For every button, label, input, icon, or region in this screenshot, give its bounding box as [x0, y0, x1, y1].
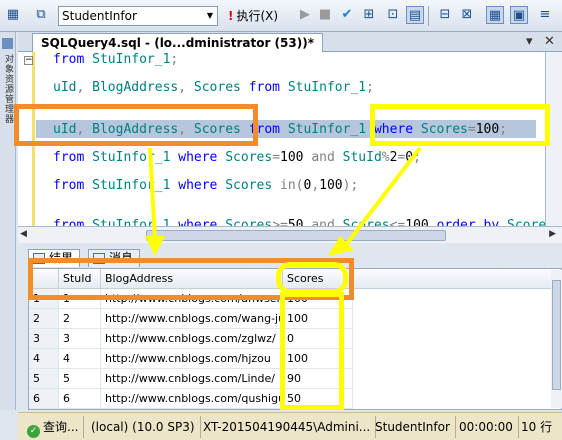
results-grid-icon[interactable]: ▦	[4, 6, 22, 24]
code-line-2: uId, BlogAddress, Scores from StuInfor_1…	[53, 80, 374, 95]
table-row[interactable]: 5 5 http://www.cnblogs.com/Linde/ 90	[29, 369, 561, 389]
close-icon[interactable]: ✕	[544, 34, 555, 49]
object-explorer-strip[interactable]: 对象资源管理器	[0, 32, 16, 410]
results-tabbar: 结果 消息	[18, 246, 562, 268]
parse-check-icon[interactable]: ✔	[338, 6, 356, 24]
status-server: (local) (10.0 SP3)	[86, 416, 201, 438]
tab-sqlquery4[interactable]: SQLQuery4.sql - (lo...dministrator (53))…	[32, 33, 323, 52]
cell-blogaddress[interactable]: http://www.cnblogs.com/hjzou	[101, 349, 283, 369]
status-database: StudentInfor	[370, 416, 456, 438]
tab-list-icon[interactable]: ▾	[526, 34, 533, 49]
stop-icon[interactable]: ■	[316, 6, 334, 24]
row-number: 6	[29, 389, 59, 409]
pin-icon[interactable]	[2, 38, 13, 49]
row-header-corner	[29, 269, 59, 289]
status-user: XT-201504190445\Admini...	[198, 416, 377, 438]
editor-gutter: −	[18, 52, 36, 226]
row-number: 5	[29, 369, 59, 389]
cell-stuid[interactable]: 2	[59, 309, 101, 329]
status-bar: ✓ 查询... (local) (10.0 SP3) XT-20150419044…	[18, 412, 562, 440]
status-row-count: 10 行	[521, 420, 553, 434]
code-line-5: from StuInfor_1 where Scores in(0,100);	[53, 178, 359, 193]
toolbar: ▦ ⧉ StudentInfor ▼ ! 执行(X) ▶ ■ ✔ ⊞ ⊡ ▤ ⊟ …	[0, 0, 562, 32]
object-explorer-label: 对象资源管理器	[3, 54, 13, 124]
column-header-scores[interactable]: Scores	[283, 269, 353, 289]
column-header-stuid[interactable]: StuId	[59, 269, 101, 289]
cell-stuid[interactable]: 6	[59, 389, 101, 409]
cell-stuid[interactable]: 1	[59, 289, 101, 309]
scroll-thumb[interactable]	[146, 230, 446, 241]
row-number: 4	[29, 349, 59, 369]
code-line-6: from StuInfor_1 where Scores>=50 and Sco…	[53, 218, 554, 226]
message-icon	[93, 253, 105, 264]
status-query: ✓ 查询...	[22, 416, 85, 438]
cell-scores[interactable]: 90	[283, 369, 353, 389]
grid-vertical-scrollbar[interactable]	[551, 270, 562, 408]
table-row[interactable]: 2 2 http://www.cnblogs.com/wang-jun/ 100	[29, 309, 561, 329]
status-elapsed-time: 00:00:00	[454, 416, 519, 438]
cell-stuid[interactable]: 5	[59, 369, 101, 389]
cell-scores[interactable]: 50	[283, 389, 353, 409]
editor-tabbar: SQLQuery4.sql - (lo...dministrator (53))…	[18, 32, 562, 52]
query-options-icon[interactable]: ⊡	[384, 6, 402, 24]
results-to-grid-icon[interactable]: ▦	[486, 6, 504, 24]
toolbar-separator	[428, 6, 429, 26]
sql-editor[interactable]: − from StuInfor_1; uId, BlogAddress, Sco…	[18, 52, 558, 226]
cell-blogaddress[interactable]: http://www.cnblogs.com/wang-jun/	[101, 309, 283, 329]
cell-scores[interactable]: 0	[283, 329, 353, 349]
cell-blogaddress[interactable]: http://www.cnblogs.com/qushigu/	[101, 389, 283, 409]
scroll-right-icon[interactable]: ▶	[549, 229, 556, 239]
database-select[interactable]: StudentInfor ▼	[58, 6, 218, 26]
tab-results-label: 结果	[49, 251, 74, 265]
execute-label: 执行(X)	[236, 9, 279, 23]
collapse-icon[interactable]: −	[24, 56, 33, 65]
display-plan-icon[interactable]: ⊞	[360, 6, 378, 24]
code-line-3: uId, BlogAddress, Scores from StuInfor_1…	[53, 122, 508, 137]
row-number: 1	[29, 289, 59, 309]
table-row[interactable]: 3 3 http://www.cnblogs.com/zglwz/ 0	[29, 329, 561, 349]
row-number: 3	[29, 329, 59, 349]
database-select-value: StudentInfor	[62, 9, 137, 23]
include-plan-icon[interactable]: ⊟	[436, 6, 454, 24]
cell-stuid[interactable]: 3	[59, 329, 101, 349]
results-to-file-icon[interactable]: ▣	[510, 6, 528, 24]
client-stats-icon[interactable]: ⊠	[458, 6, 476, 24]
column-header-blogaddress[interactable]: BlogAddress	[101, 269, 283, 289]
execute-icon: !	[228, 9, 234, 23]
table-row[interactable]: 4 4 http://www.cnblogs.com/hjzou 100	[29, 349, 561, 369]
results-to-text-icon[interactable]: ▤	[406, 6, 424, 24]
row-number: 2	[29, 309, 59, 329]
code-line-4: from StuInfor_1 where Scores=100 and Stu…	[53, 150, 421, 165]
cell-blogaddress[interactable]: http://www.cnblogs.com/anwser/jungle	[101, 289, 283, 309]
execute-button[interactable]: ! 执行(X)	[228, 6, 278, 26]
tab-results[interactable]: 结果	[28, 249, 81, 267]
editor-vertical-scrollbar[interactable]	[545, 52, 562, 226]
scroll-left-icon[interactable]: ◀	[20, 229, 27, 239]
debug-icon[interactable]: ▶	[296, 6, 314, 24]
editor-horizontal-scrollbar[interactable]: ◀ ▶	[18, 226, 562, 243]
comment-icon[interactable]: ≡	[536, 6, 554, 24]
grid-icon	[33, 253, 45, 264]
results-grid[interactable]: StuId BlogAddress Scores 1 1 http://www.…	[28, 268, 562, 410]
cell-blogaddress[interactable]: http://www.cnblogs.com/Linde/	[101, 369, 283, 389]
change-connection-icon[interactable]: ⧉	[32, 6, 50, 24]
cell-scores[interactable]: 100	[283, 349, 353, 369]
success-check-icon: ✓	[27, 425, 40, 438]
table-row[interactable]: 1 1 http://www.cnblogs.com/anwser/jungle…	[29, 289, 561, 309]
table-row[interactable]: 6 6 http://www.cnblogs.com/qushigu/ 50	[29, 389, 561, 409]
grid-scroll-thumb[interactable]	[552, 280, 561, 390]
cell-scores[interactable]: 100	[283, 289, 353, 309]
cell-stuid[interactable]: 4	[59, 349, 101, 369]
change-marker	[32, 52, 35, 226]
status-query-label: 查询...	[43, 420, 79, 434]
code-line-1: from StuInfor_1;	[53, 52, 179, 67]
tab-messages-label: 消息	[109, 251, 134, 265]
chevron-down-icon: ▼	[206, 11, 214, 20]
cell-blogaddress[interactable]: http://www.cnblogs.com/zglwz/	[101, 329, 283, 349]
tab-messages[interactable]: 消息	[88, 249, 141, 267]
column-header-filler	[353, 269, 561, 289]
cell-scores[interactable]: 100	[283, 309, 353, 329]
